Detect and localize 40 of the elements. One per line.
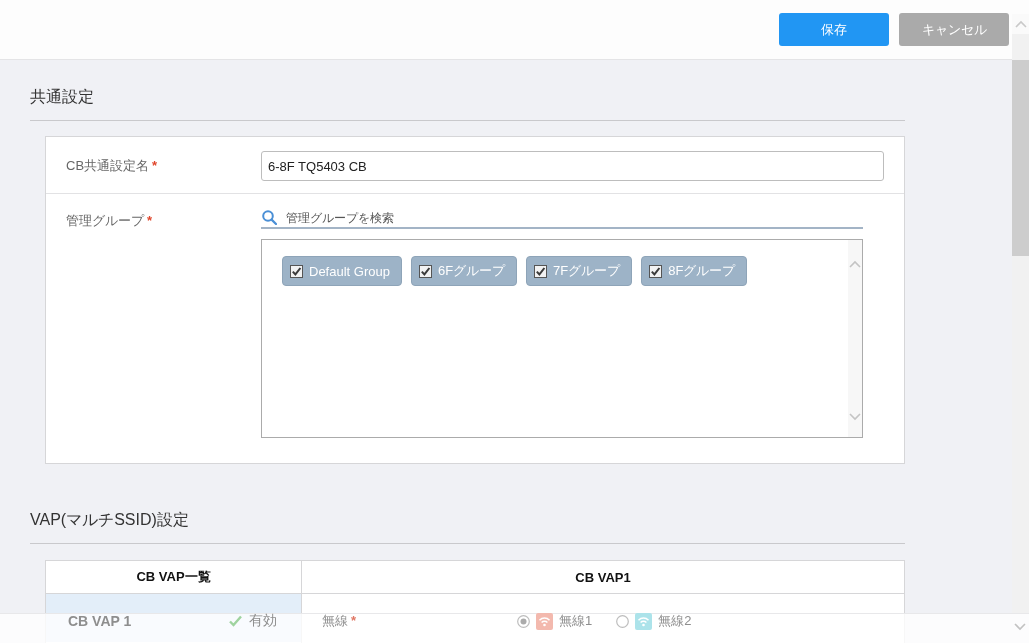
form-label: 無線 — [322, 612, 348, 630]
text-input[interactable]: 6-8F TQ5403 CB — [261, 151, 884, 181]
chevron-up-icon[interactable] — [1014, 20, 1027, 28]
chip-label: Default Group — [309, 263, 390, 279]
search-field[interactable]: 管理グループを検索 — [286, 209, 863, 226]
checkbox-icon[interactable] — [534, 264, 548, 278]
form-label: 管理グループ — [66, 212, 144, 230]
vap-name: CB VAP 1 — [68, 613, 132, 629]
required-mark: * — [351, 612, 357, 630]
group-chip[interactable]: 8Fグループ — [641, 256, 748, 286]
search-icon — [262, 210, 277, 225]
group-chip[interactable]: Default Group — [282, 256, 402, 286]
form-label: CB共通設定名 — [66, 157, 150, 175]
radio-button[interactable] — [616, 614, 630, 628]
save-button[interactable]: 保存 — [779, 13, 889, 46]
vap-list-item[interactable]: CB VAP 1 有効 — [46, 594, 301, 642]
group-chip[interactable]: 6Fグループ — [410, 256, 518, 286]
section-title: VAP(マルチSSID)設定 — [30, 510, 189, 530]
chip-label: 7Fグループ — [553, 262, 621, 280]
chevron-down-icon[interactable] — [1014, 623, 1026, 631]
scrollbar[interactable] — [1012, 14, 1029, 613]
checkbox-icon[interactable] — [418, 264, 432, 278]
check-icon — [229, 615, 242, 627]
chevron-down-icon[interactable] — [849, 413, 861, 421]
scrollbar[interactable] — [848, 240, 862, 437]
status-text: 有効 — [249, 612, 277, 630]
checkbox-icon[interactable] — [649, 264, 663, 278]
option-label: 無線1 — [559, 612, 593, 630]
chevron-up-icon[interactable] — [849, 260, 861, 268]
checkbox-icon[interactable] — [290, 264, 303, 278]
cancel-button[interactable]: キャンセル — [899, 13, 1009, 46]
required-mark: * — [152, 157, 158, 175]
chip-label: 8Fグループ — [668, 262, 736, 280]
chip-label: 6Fグループ — [437, 262, 506, 280]
option-label: 無線2 — [658, 612, 692, 630]
required-mark: * — [147, 212, 153, 230]
column-header: CB VAP1 — [302, 561, 904, 594]
scrollbar-thumb[interactable] — [1012, 60, 1029, 256]
section-title: 共通設定 — [30, 87, 94, 107]
group-chip[interactable]: 7Fグループ — [526, 256, 633, 286]
